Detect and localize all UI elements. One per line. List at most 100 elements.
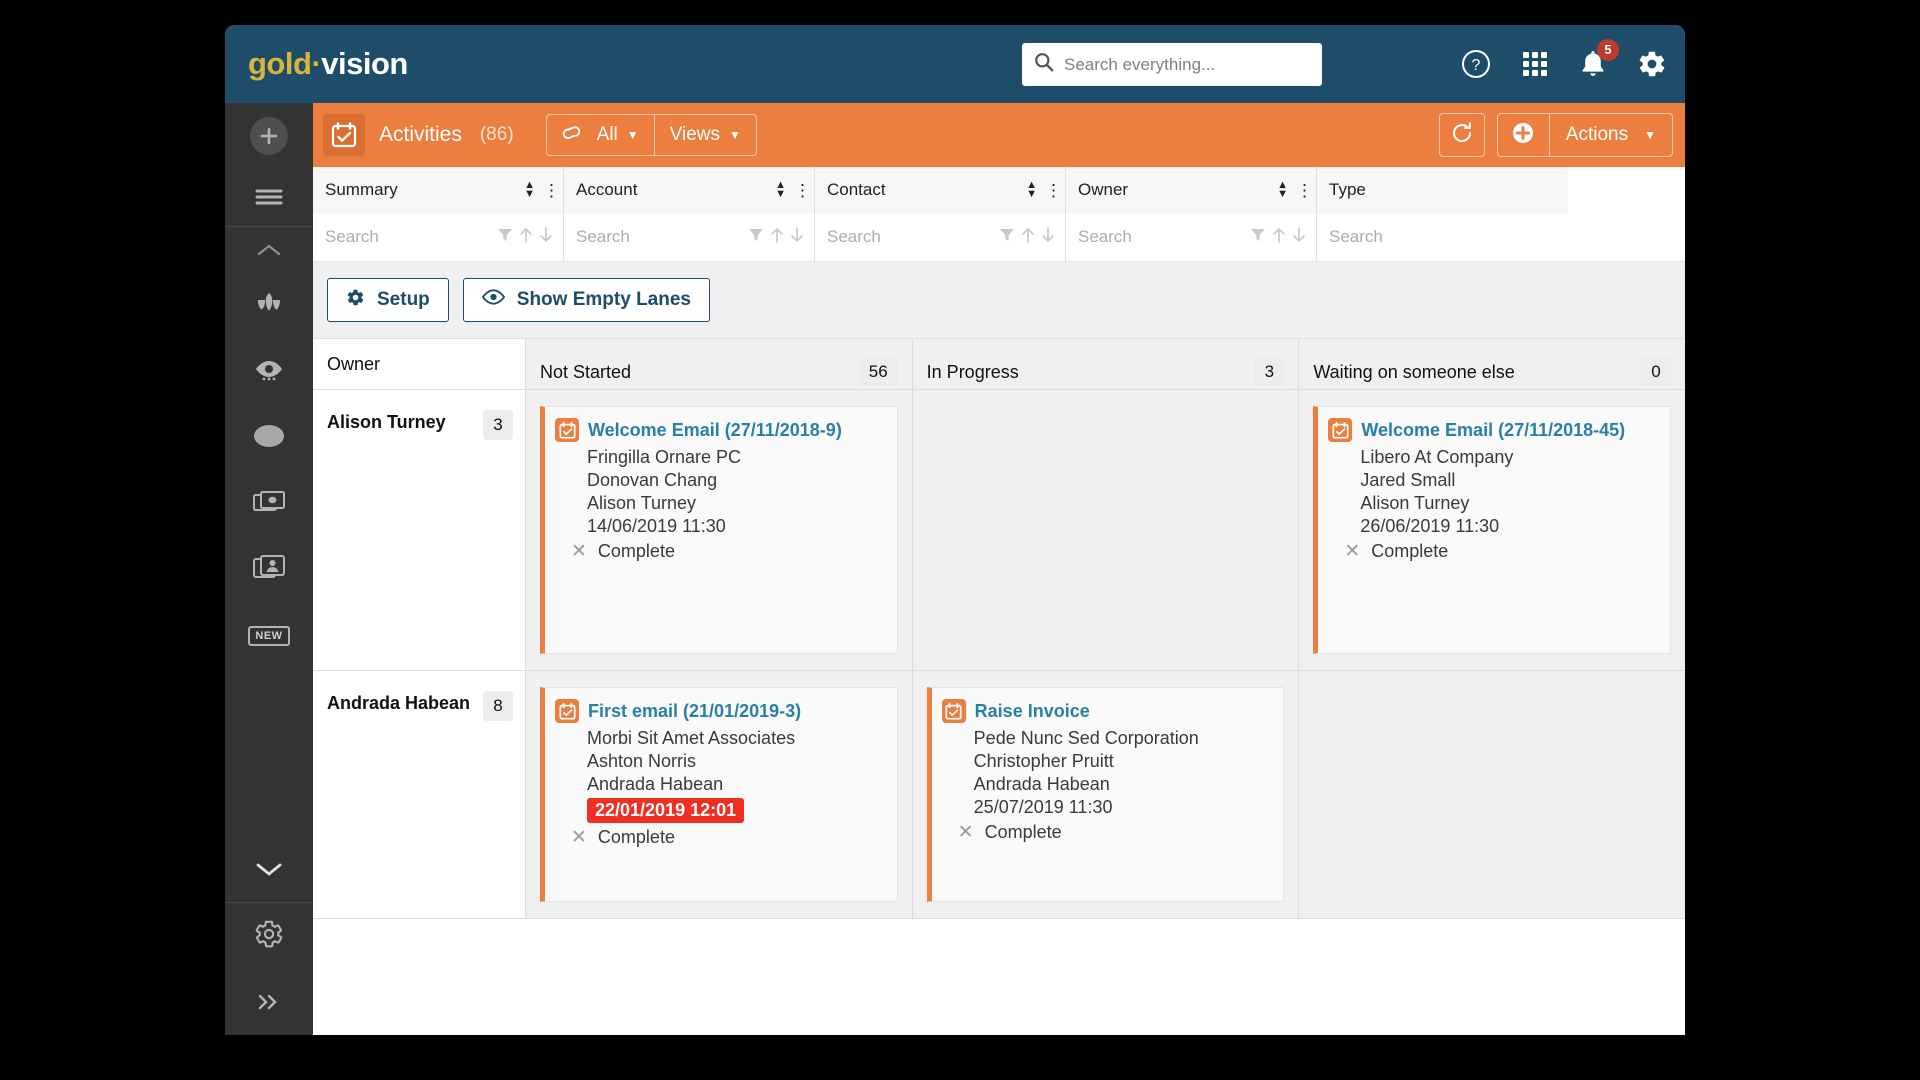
kanban-cell-not-started[interactable]: First email (21/01/2019-3) Morbi Sit Ame… xyxy=(526,671,913,918)
contact-card-icon xyxy=(253,554,285,586)
global-search-box[interactable] xyxy=(1022,43,1322,86)
app-body: NEW Activities (86) All ▼ Views ▼ Action… xyxy=(225,103,1685,1035)
lane-count-badge: 0 xyxy=(1641,357,1672,387)
card-title-link[interactable]: First email (21/01/2019-3) xyxy=(588,701,801,722)
lane-header-in-progress[interactable]: In Progress 3 xyxy=(912,339,1300,389)
show-empty-lanes-button[interactable]: Show Empty Lanes xyxy=(462,278,710,322)
funnel-filter-icon[interactable] xyxy=(748,227,764,248)
rail-item-new[interactable]: NEW xyxy=(225,603,313,669)
kanban-cell-not-started[interactable]: Welcome Email (27/11/2018-9) Fringilla O… xyxy=(526,390,913,670)
x-mark-icon[interactable]: ✕ xyxy=(1344,542,1360,561)
column-header-type[interactable]: Type xyxy=(1317,167,1568,213)
column-header-contact[interactable]: Contact ▲ ▼ ⋮ xyxy=(815,167,1065,213)
kebab-menu-icon[interactable]: ⋮ xyxy=(1045,182,1062,199)
rail-settings-gear[interactable] xyxy=(225,903,313,969)
arrow-down-icon[interactable] xyxy=(539,226,553,249)
funnel-filter-icon[interactable] xyxy=(497,227,513,248)
kebab-menu-icon[interactable]: ⋮ xyxy=(1296,182,1313,199)
card-title-link[interactable]: Raise Invoice xyxy=(975,701,1090,722)
card-title-link[interactable]: Welcome Email (27/11/2018-45) xyxy=(1361,420,1625,441)
rail-item-views[interactable] xyxy=(225,339,313,405)
chevron-down-icon: ▼ xyxy=(626,128,639,142)
notification-count-badge: 5 xyxy=(1597,39,1619,61)
help-icon[interactable]: ? xyxy=(1461,49,1491,79)
sort-arrows-icon[interactable]: ▲ ▼ xyxy=(524,180,535,200)
settings-gear-icon[interactable] xyxy=(1637,49,1667,79)
actions-dropdown[interactable]: Actions ▼ xyxy=(1550,114,1672,156)
arrow-up-icon[interactable] xyxy=(519,226,533,249)
column-header-account[interactable]: Account ▲ ▼ ⋮ xyxy=(564,167,814,213)
chevron-down-icon[interactable] xyxy=(225,836,313,902)
funnel-filter-icon[interactable] xyxy=(999,227,1015,248)
kebab-menu-icon[interactable]: ⋮ xyxy=(794,182,811,199)
calendar-check-icon xyxy=(941,699,966,723)
column-search-account[interactable]: Search xyxy=(564,213,814,261)
arrow-up-icon[interactable] xyxy=(770,226,784,249)
rail-item-contacts[interactable] xyxy=(225,537,313,603)
activity-card[interactable]: Welcome Email (27/11/2018-9) Fringilla O… xyxy=(540,406,898,654)
plus-icon[interactable] xyxy=(250,117,288,155)
search-input[interactable] xyxy=(1064,54,1310,75)
activity-card[interactable]: Raise Invoice Pede Nunc Sed Corporation … xyxy=(926,687,1285,902)
views-dropdown[interactable]: Views ▼ xyxy=(653,115,756,155)
hamburger-menu-icon[interactable] xyxy=(225,167,313,227)
column-search-contact[interactable]: Search xyxy=(815,213,1065,261)
gear-icon xyxy=(346,288,365,313)
apps-grid-icon[interactable] xyxy=(1521,50,1549,78)
rail-item-circle[interactable] xyxy=(225,405,313,471)
add-record-button[interactable] xyxy=(1498,114,1550,156)
search-placeholder: Search xyxy=(1078,227,1132,246)
activity-card[interactable]: Welcome Email (27/11/2018-45) Libero At … xyxy=(1313,406,1672,654)
lane-header-not-started[interactable]: Not Started 56 xyxy=(526,339,913,389)
gold-vision-logo[interactable]: gold·vision xyxy=(248,46,408,82)
card-status[interactable]: ✕ Complete xyxy=(1344,541,1658,562)
x-mark-icon[interactable]: ✕ xyxy=(571,828,587,847)
card-status[interactable]: ✕ Complete xyxy=(958,822,1272,843)
card-title-row: First email (21/01/2019-3) xyxy=(555,699,885,723)
arrow-down-icon[interactable] xyxy=(1041,226,1055,249)
chevron-up-icon[interactable] xyxy=(225,227,313,273)
chevron-double-right-icon[interactable] xyxy=(225,969,313,1035)
activity-card[interactable]: First email (21/01/2019-3) Morbi Sit Ame… xyxy=(540,687,898,902)
kanban-cell-waiting[interactable]: Welcome Email (27/11/2018-45) Libero At … xyxy=(1299,390,1685,670)
application-window: gold·vision ? xyxy=(225,25,1685,1035)
row-owner-cell: Andrada Habean 8 xyxy=(313,671,526,918)
kebab-menu-icon[interactable]: ⋮ xyxy=(543,182,560,199)
refresh-button[interactable] xyxy=(1438,113,1485,157)
column-search-summary[interactable]: Search xyxy=(313,213,563,261)
card-status[interactable]: ✕ Complete xyxy=(571,541,885,562)
x-mark-icon[interactable]: ✕ xyxy=(958,823,974,842)
column-search-owner[interactable]: Search xyxy=(1066,213,1316,261)
column-search-type[interactable]: Search xyxy=(1317,213,1568,261)
rail-item-invoices[interactable] xyxy=(225,471,313,537)
notifications-bell-icon[interactable]: 5 xyxy=(1579,39,1619,79)
eye-icon xyxy=(481,289,505,311)
plus-circle-icon xyxy=(1511,121,1535,150)
kanban-cell-in-progress[interactable] xyxy=(912,390,1300,670)
row-owner-count: 3 xyxy=(483,410,513,440)
column-header-summary[interactable]: Summary ▲ ▼ ⋮ xyxy=(313,167,563,213)
card-status[interactable]: ✕ Complete xyxy=(571,827,885,848)
arrow-down-icon[interactable] xyxy=(1292,226,1306,249)
setup-button[interactable]: Setup xyxy=(327,278,449,322)
record-count: (86) xyxy=(479,124,514,145)
arrow-down-icon[interactable] xyxy=(790,226,804,249)
kanban-cell-waiting[interactable] xyxy=(1299,671,1685,918)
sort-arrows-icon[interactable]: ▲ ▼ xyxy=(775,180,786,200)
rail-item-campaigns[interactable] xyxy=(225,273,313,339)
arrow-up-icon[interactable] xyxy=(1021,226,1035,249)
sort-arrows-icon[interactable]: ▲ ▼ xyxy=(1026,180,1037,200)
funnel-filter-icon[interactable] xyxy=(1250,227,1266,248)
card-owner: Alison Turney xyxy=(1360,493,1470,514)
kanban-cell-in-progress[interactable]: Raise Invoice Pede Nunc Sed Corporation … xyxy=(912,671,1300,918)
module-toolbar-right: Actions ▼ xyxy=(1438,113,1673,157)
sort-arrows-icon[interactable]: ▲ ▼ xyxy=(1277,180,1288,200)
lane-header-waiting-on-someone-else[interactable]: Waiting on someone else 0 xyxy=(1299,339,1685,389)
arrow-up-icon[interactable] xyxy=(1272,226,1286,249)
x-mark-icon[interactable]: ✕ xyxy=(571,542,587,561)
filter-all-dropdown[interactable]: All ▼ xyxy=(547,115,654,155)
actions-label: Actions xyxy=(1565,124,1629,145)
search-icon xyxy=(1034,52,1054,77)
card-title-link[interactable]: Welcome Email (27/11/2018-9) xyxy=(588,420,842,441)
column-header-owner[interactable]: Owner ▲ ▼ ⋮ xyxy=(1066,167,1316,213)
